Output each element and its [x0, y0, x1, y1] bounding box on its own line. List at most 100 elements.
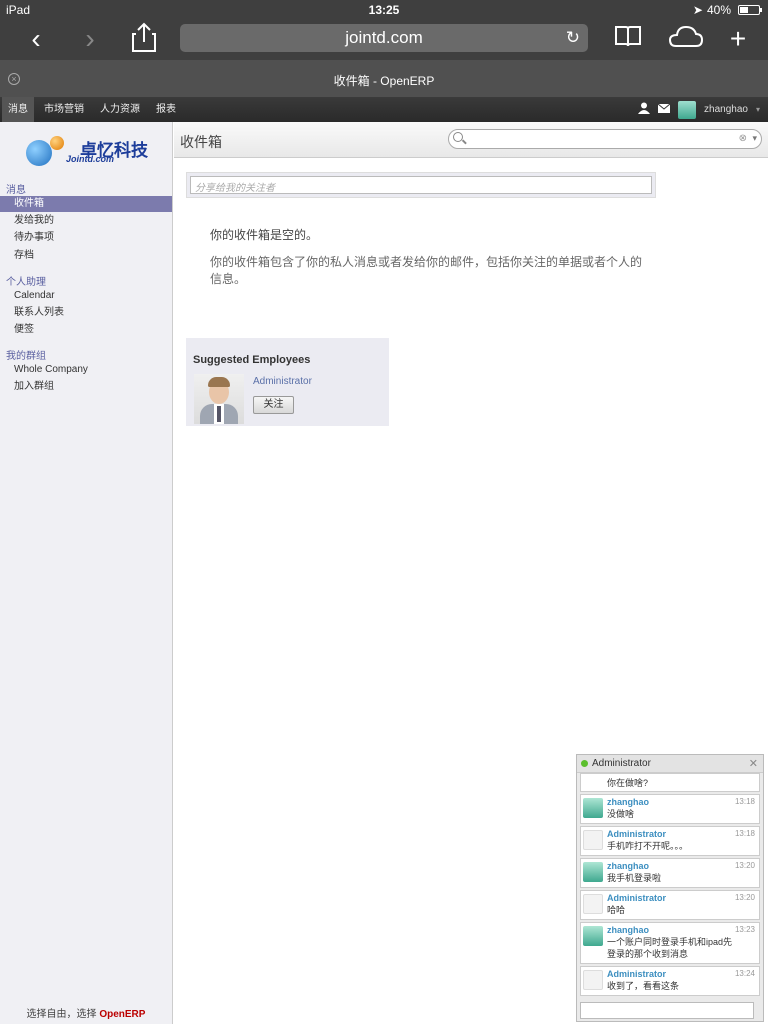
menu-marketing[interactable]: 市场营销 [38, 97, 90, 122]
contacts-icon[interactable] [638, 102, 651, 117]
sidebar-item-archive[interactable]: 存档 [0, 248, 172, 264]
battery-icon [738, 5, 762, 15]
empty-inbox-title: 你的收件箱是空的。 [210, 228, 319, 242]
avatar [583, 862, 603, 882]
battery-percent: 40% [706, 3, 731, 17]
sidebar-item-calendar[interactable]: Calendar [0, 288, 172, 304]
mail-icon[interactable] [657, 103, 671, 116]
avatar [583, 970, 603, 990]
clock: 13:25 [368, 3, 400, 17]
tab-title: 收件箱 - OpenERP [333, 74, 435, 88]
view-header: 收件箱 ⊗ ▾ [174, 122, 768, 158]
chat-time: 13:20 [734, 893, 755, 902]
sidebar-item-whole-company[interactable]: Whole Company [0, 362, 172, 378]
sidebar-item-inbox[interactable]: 收件箱 [0, 196, 172, 212]
sidebar-item-to-me[interactable]: 发给我的 [0, 213, 172, 229]
chevron-down-icon[interactable]: ▾ [756, 105, 760, 114]
chat-message: zhanghao 13:23 一个账户同时登录手机和ipad先登录的那个收到消息 [580, 922, 760, 964]
status-right: ➤ 40% [692, 3, 762, 17]
avatar [583, 894, 603, 914]
cloud-tabs-icon[interactable] [666, 24, 706, 56]
section-messages: 消息 [6, 185, 26, 196]
chat-time: 13:18 [734, 829, 755, 838]
share-input[interactable]: 分享给我的关注者 [190, 176, 652, 194]
chat-message-text: 没做啥 [607, 809, 635, 819]
sidebar-item-contacts[interactable]: 联系人列表 [0, 305, 172, 321]
chat-time: 13:23 [734, 925, 755, 934]
company-logo[interactable]: 卓忆科技 Jointd.com [22, 132, 152, 168]
search-dropdown-icon[interactable]: ▾ [752, 133, 757, 144]
sidebar-item-todo[interactable]: 待办事项 [0, 230, 172, 246]
sidebar-item-notes[interactable]: 便签 [0, 322, 172, 338]
footer-brand[interactable]: OpenERP [99, 1009, 145, 1020]
chat-time: 13:18 [734, 797, 755, 806]
logo-ball-small [50, 136, 64, 150]
search-icon [453, 132, 463, 142]
section-assistant: 个人助理 [6, 277, 46, 288]
chat-message: Administrator 13:20 哈哈 [580, 890, 760, 920]
menu-messages[interactable]: 消息 [2, 97, 34, 122]
address-bar[interactable]: jointd.com ↻ [180, 24, 588, 52]
browser-toolbar: ‹ › jointd.com ↻ + [0, 20, 768, 60]
online-status-icon [581, 760, 588, 767]
logo-ball [26, 140, 52, 166]
chat-message-text: 我手机登录啦 [607, 873, 662, 883]
employee-name-link[interactable]: Administrator [253, 376, 312, 387]
page-title: 收件箱 [180, 134, 222, 150]
url-text: jointd.com [345, 28, 423, 47]
logo-subtitle: Jointd.com [66, 154, 115, 164]
tab-bar: × 收件箱 - OpenERP [0, 60, 768, 97]
chat-time: 13:20 [734, 861, 755, 870]
chat-sender[interactable]: zhanghao [607, 861, 649, 871]
close-chat-icon[interactable]: ✕ [749, 757, 758, 770]
top-menu: 消息 市场营销 人力资源 报表 zhanghao ▾ [0, 97, 768, 122]
chat-message-text: 一个账户同时登录手机和ipad先登录的那个收到消息 [607, 937, 733, 959]
section-groups: 我的群组 [6, 351, 46, 362]
new-tab-icon[interactable]: + [722, 24, 754, 56]
ios-status-bar: iPad 13:25 ➤ 40% [0, 0, 768, 20]
chat-header[interactable]: Administrator ✕ [577, 755, 763, 773]
chat-message-text: 收到了，看看这条 [607, 981, 680, 991]
avatar [583, 926, 603, 946]
avatar [583, 830, 603, 850]
chat-window: Administrator ✕ 你在做啥? zhanghao 13:18 没做啥… [576, 754, 764, 1022]
menu-reports[interactable]: 报表 [150, 97, 182, 122]
chat-message: zhanghao 13:18 没做啥 [580, 794, 760, 824]
menu-hr[interactable]: 人力资源 [94, 97, 146, 122]
chat-message: Administrator 13:24 收到了，看看这条 [580, 966, 760, 996]
suggested-heading: Suggested Employees [193, 354, 311, 366]
chat-sender[interactable]: Administrator [607, 829, 666, 839]
user-avatar[interactable] [678, 100, 697, 119]
location-icon: ➤ [692, 3, 703, 17]
avatar [583, 798, 603, 818]
chat-time: 13:24 [734, 969, 755, 978]
chat-message-text: 哈哈 [607, 905, 626, 915]
chat-sender[interactable]: zhanghao [607, 797, 649, 807]
chat-message: zhanghao 13:20 我手机登录啦 [580, 858, 760, 888]
user-menu[interactable]: zhanghao [704, 104, 748, 115]
chat-sender[interactable]: Administrator [607, 893, 666, 903]
bookmarks-icon[interactable] [612, 24, 644, 56]
chat-input[interactable] [580, 1002, 754, 1019]
chat-message: Administrator 13:18 手机咋打不开呢。。。 [580, 826, 760, 856]
chat-sender[interactable]: zhanghao [607, 925, 649, 935]
forward-icon[interactable]: › [74, 24, 106, 56]
sidebar-item-join-group[interactable]: 加入群组 [0, 379, 172, 395]
chat-message-text: 你在做啥? [607, 778, 649, 788]
chat-message-partial: 你在做啥? [580, 773, 760, 792]
chat-sender[interactable]: Administrator [607, 969, 666, 979]
chat-title: Administrator [592, 758, 651, 769]
sidebar-footer: 选择自由，选择 OpenERP [0, 1005, 172, 1020]
back-icon[interactable]: ‹ [20, 24, 52, 56]
empty-inbox-description: 你的收件箱包含了你的私人消息或者发给你的邮件，包括你关注的单据或者个人的信息。 [210, 255, 643, 286]
employee-photo[interactable] [194, 374, 244, 424]
search-input[interactable]: ⊗ ▾ [448, 129, 762, 149]
clear-search-icon[interactable]: ⊗ [739, 133, 747, 144]
chat-message-text: 手机咋打不开呢。。。 [607, 841, 689, 851]
suggested-employees-panel: Suggested Employees Administrator 关注 [186, 338, 389, 426]
reload-icon[interactable]: ↻ [566, 24, 580, 52]
footer-text: 选择自由，选择 [26, 1009, 97, 1020]
share-composer: 分享给我的关注者 [186, 172, 656, 198]
follow-button[interactable]: 关注 [253, 396, 294, 414]
share-icon[interactable] [128, 22, 160, 54]
